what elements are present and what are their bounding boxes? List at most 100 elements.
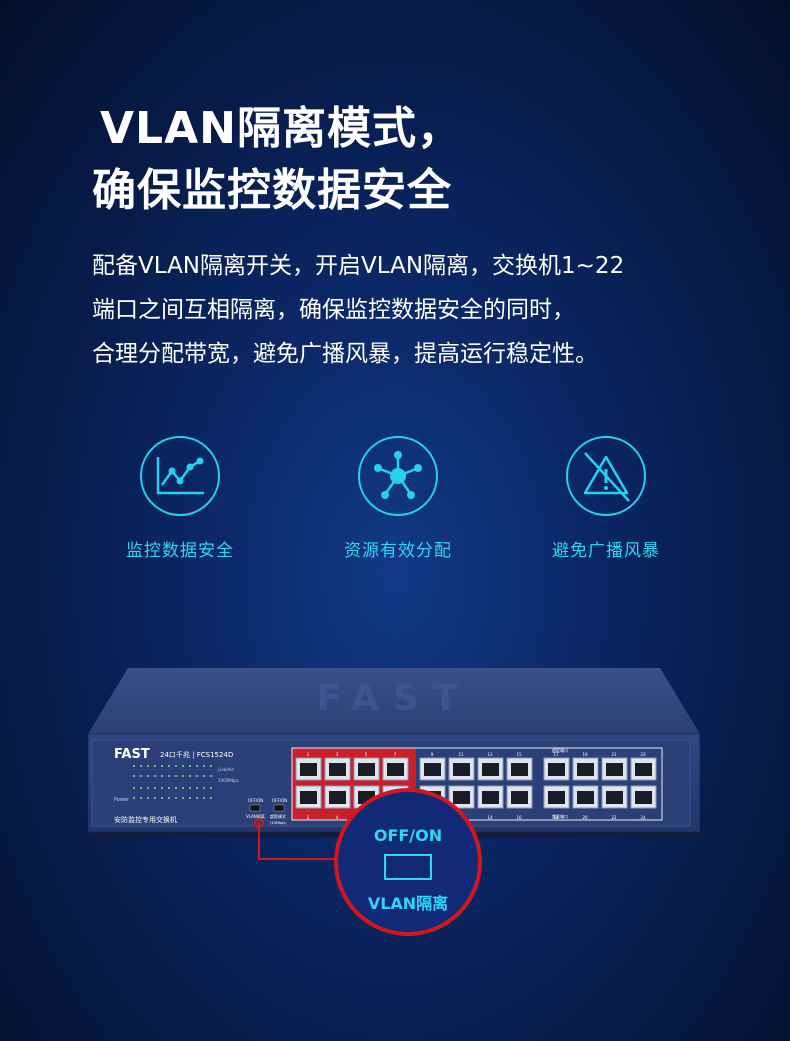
status-led xyxy=(154,787,156,789)
port-number-label: 15 xyxy=(516,752,522,757)
ethernet-port-socket xyxy=(329,791,346,804)
feature-resource-allocation: 资源有效分配 xyxy=(298,436,498,561)
status-led xyxy=(182,787,184,789)
status-led xyxy=(196,787,198,789)
status-led xyxy=(203,765,205,767)
status-led xyxy=(189,765,191,767)
port-number-label: 16 xyxy=(516,815,522,820)
switch-outline-icon xyxy=(384,854,432,880)
port-number-label: 5 xyxy=(365,752,368,757)
brand-logo: FAST xyxy=(114,747,150,762)
ethernet-port-socket xyxy=(453,791,470,804)
feature-avoid-broadcast-storm: 避免广播风暴 xyxy=(506,436,706,561)
power-label: Power xyxy=(114,797,130,803)
status-led xyxy=(161,775,163,777)
port-number-label: 19 xyxy=(582,752,588,757)
ethernet-port-socket xyxy=(635,763,652,776)
status-led xyxy=(154,765,156,767)
ethernet-port-socket xyxy=(482,791,499,804)
mode-switch-label: 超距模式 xyxy=(270,813,286,819)
port-number-label: 11 xyxy=(458,752,464,757)
status-led xyxy=(189,775,191,777)
port-number-label: 3 xyxy=(336,752,339,757)
status-led xyxy=(161,765,163,767)
status-led xyxy=(175,787,177,789)
vlan-dip-switch[interactable] xyxy=(249,804,261,812)
status-led xyxy=(154,797,156,799)
port-number-label: 23 xyxy=(640,752,646,757)
ethernet-port-socket xyxy=(577,763,594,776)
status-led xyxy=(140,765,142,767)
status-led xyxy=(196,775,198,777)
model-label: 24口千兆 | FCS1524D xyxy=(160,750,233,759)
status-led xyxy=(175,797,177,799)
mode-dip-switch[interactable] xyxy=(273,804,285,812)
ethernet-port-socket xyxy=(511,763,528,776)
status-led xyxy=(203,787,205,789)
status-led xyxy=(147,765,149,767)
line-chart-icon xyxy=(140,436,220,516)
ethernet-port-socket xyxy=(577,791,594,804)
port-number-label: 13 xyxy=(487,752,493,757)
status-led xyxy=(189,797,191,799)
ethernet-port-socket xyxy=(387,763,404,776)
port-number-label: 9 xyxy=(431,752,434,757)
status-led xyxy=(147,787,149,789)
port-number-label: 17 xyxy=(553,752,559,757)
headline-line-1: VLAN隔离模式， xyxy=(100,103,462,154)
status-led xyxy=(196,765,198,767)
feature-label: 监控数据安全 xyxy=(126,541,234,561)
status-led xyxy=(154,775,156,777)
port-number-label: 18 xyxy=(553,815,559,820)
description-line-2: 端口之间互相隔离，确保监控数据安全的同时， xyxy=(92,297,575,323)
status-led xyxy=(182,775,184,777)
ethernet-port-socket xyxy=(329,763,346,776)
status-led xyxy=(175,775,177,777)
status-led xyxy=(210,797,212,799)
status-led xyxy=(133,775,135,777)
ethernet-port-socket xyxy=(606,763,623,776)
status-led xyxy=(196,797,198,799)
feature-label: 避免广播风暴 xyxy=(552,541,660,561)
ethernet-port-socket xyxy=(453,763,470,776)
status-led xyxy=(168,765,170,767)
status-led xyxy=(147,775,149,777)
status-led xyxy=(189,787,191,789)
port-number-label: 14 xyxy=(487,815,493,820)
port-number-label: 20 xyxy=(582,815,588,820)
top-logo: FAST xyxy=(317,678,472,719)
status-led xyxy=(133,797,135,799)
status-led xyxy=(182,797,184,799)
status-led xyxy=(175,765,177,767)
ethernet-port-socket xyxy=(548,763,565,776)
status-led xyxy=(203,775,205,777)
dip-off-on-label-2: OFF/ON xyxy=(272,798,287,803)
ethernet-port-socket xyxy=(300,763,317,776)
status-led xyxy=(210,775,212,777)
headline: VLAN隔离模式， 确保监控数据安全 xyxy=(92,98,462,222)
status-led xyxy=(168,797,170,799)
status-led xyxy=(140,775,142,777)
port-number-label: 2 xyxy=(307,815,310,820)
status-led xyxy=(161,797,163,799)
ethernet-port-socket xyxy=(300,791,317,804)
warning-triangle-icon xyxy=(566,436,646,516)
status-led xyxy=(168,787,170,789)
feature-label: 资源有效分配 xyxy=(344,541,452,561)
port-number-label: 4 xyxy=(336,815,339,820)
port-number-label: 24 xyxy=(640,815,646,820)
ethernet-port-socket xyxy=(606,791,623,804)
status-led xyxy=(182,765,184,767)
ethernet-port-socket xyxy=(548,791,565,804)
status-led xyxy=(147,797,149,799)
status-led xyxy=(140,797,142,799)
description: 配备VLAN隔离开关，开启VLAN隔离，交换机1~22 端口之间互相隔离，确保监… xyxy=(92,244,742,376)
ethernet-port-socket xyxy=(482,763,499,776)
status-led xyxy=(210,765,212,767)
feature-list: 监控数据安全 资源有效分配 避免广播风暴 xyxy=(0,436,790,576)
port-number-label: 7 xyxy=(394,752,397,757)
port-number-label: 1 xyxy=(307,752,310,757)
link-act-label: Link/Act xyxy=(218,767,234,772)
description-line-1: 配备VLAN隔离开关，开启VLAN隔离，交换机1~22 xyxy=(92,253,625,279)
status-led xyxy=(161,787,163,789)
